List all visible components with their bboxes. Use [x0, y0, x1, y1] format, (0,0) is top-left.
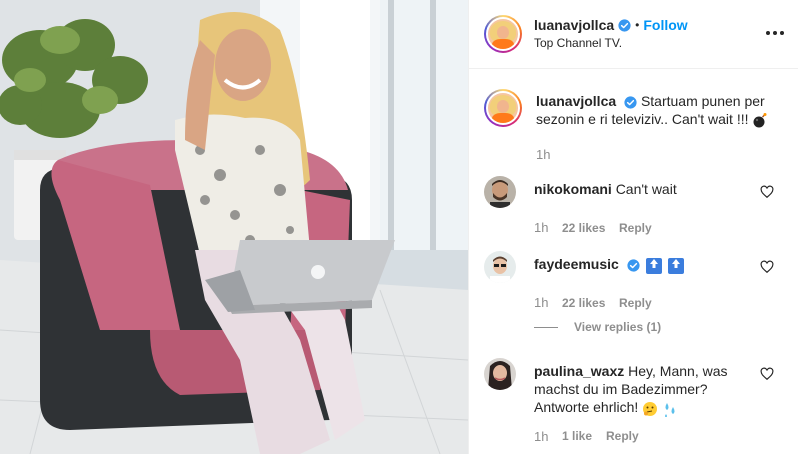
- heart-icon[interactable]: [760, 260, 774, 274]
- follow-button[interactable]: Follow: [643, 17, 687, 34]
- commenter-avatar[interactable]: [484, 251, 516, 284]
- comment-meta: 1h 22 likes Reply: [534, 220, 782, 235]
- comment-timestamp[interactable]: 1h: [534, 220, 562, 235]
- comment-timestamp[interactable]: 1h: [534, 295, 562, 310]
- reply-button[interactable]: Reply: [606, 429, 639, 443]
- more-options-icon[interactable]: [766, 24, 784, 42]
- comment-likes[interactable]: 22 likes: [562, 221, 619, 235]
- comment-username[interactable]: nikokomani: [534, 181, 612, 197]
- comment-username[interactable]: paulina_waxz: [534, 363, 624, 379]
- comment-item: faydeemusic: [484, 251, 782, 284]
- separator-dot: •: [635, 17, 640, 32]
- comment-text: Can't wait: [615, 181, 677, 198]
- thinking-face-emoji: [643, 401, 658, 416]
- author-username[interactable]: luanavjollca: [534, 17, 614, 34]
- comment-username[interactable]: faydeemusic: [534, 256, 619, 272]
- comment-meta: 1h 1 like Reply: [534, 429, 782, 444]
- verified-badge-icon: [627, 259, 640, 272]
- post-details-panel: luanavjollca • Follow Top Channel TV. lu…: [468, 0, 798, 454]
- reply-button[interactable]: Reply: [619, 221, 652, 235]
- caption-username[interactable]: luanavjollca: [536, 93, 616, 109]
- comment-meta: 1h 22 likes Reply: [534, 295, 782, 310]
- top-arrow-emoji: [667, 257, 684, 274]
- post-photo-image: [0, 0, 468, 454]
- reply-button[interactable]: Reply: [619, 296, 652, 310]
- post-location[interactable]: Top Channel TV.: [534, 35, 688, 52]
- commenter-avatar[interactable]: [484, 176, 516, 209]
- comment-item: paulina_waxz Hey, Mann, was machst du im…: [484, 358, 782, 417]
- bomb-emoji: [753, 113, 767, 128]
- top-arrow-emoji: [645, 257, 662, 274]
- instagram-post-modal: luanavjollca • Follow Top Channel TV. lu…: [0, 0, 798, 454]
- comment-likes[interactable]: 22 likes: [562, 296, 619, 310]
- caption-avatar[interactable]: [484, 89, 522, 127]
- commenter-avatar[interactable]: [484, 358, 516, 391]
- post-photo[interactable]: [0, 0, 468, 454]
- author-avatar[interactable]: [484, 15, 522, 53]
- post-caption: luanavjollca Startuam punen per sezonin …: [484, 69, 782, 128]
- replies-divider: [534, 326, 558, 328]
- view-replies-button[interactable]: View replies (1): [534, 320, 782, 334]
- comments-list: luanavjollca Startuam punen per sezonin …: [469, 69, 798, 444]
- comment-likes[interactable]: 1 like: [562, 429, 606, 443]
- heart-icon[interactable]: [760, 185, 774, 199]
- view-replies-label: View replies (1): [574, 320, 662, 335]
- verified-badge-icon: [624, 96, 637, 109]
- caption-timestamp[interactable]: 1h: [536, 147, 782, 162]
- heart-icon[interactable]: [760, 367, 774, 381]
- verified-badge-icon: [618, 18, 631, 32]
- sweat-droplets-emoji: [665, 402, 675, 417]
- comment-item: nikokomani Can't wait: [484, 176, 782, 209]
- post-header: luanavjollca • Follow Top Channel TV.: [469, 0, 798, 69]
- comment-timestamp[interactable]: 1h: [534, 429, 562, 444]
